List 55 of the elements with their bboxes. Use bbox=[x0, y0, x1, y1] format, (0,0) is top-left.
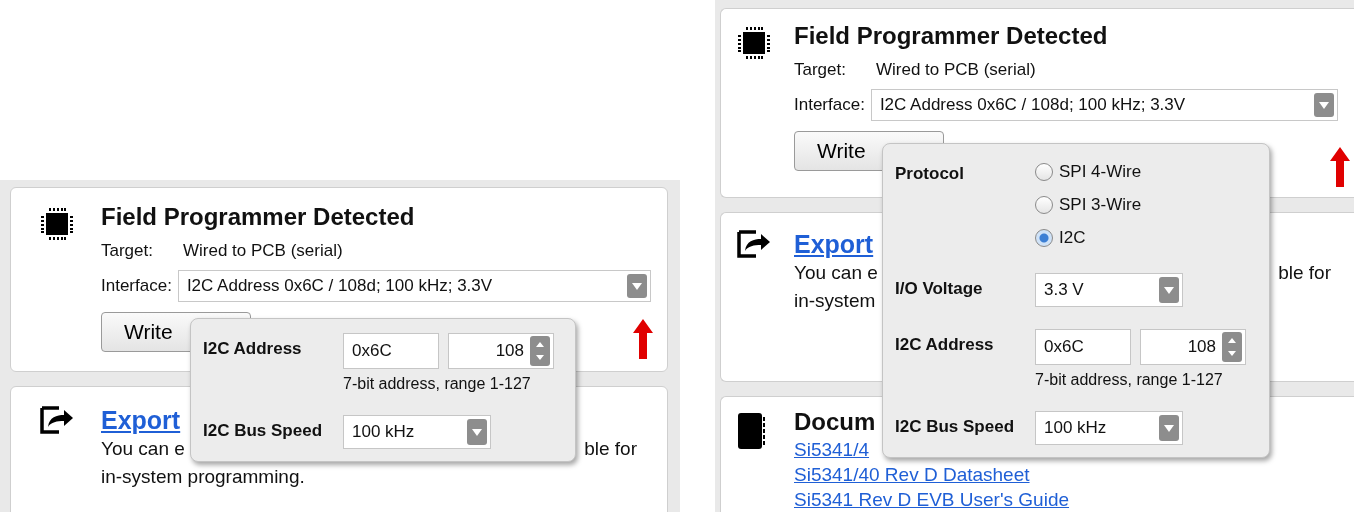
decimal-spin-field[interactable]: 108 bbox=[448, 333, 554, 369]
hex-address-field[interactable]: 0x6C bbox=[1035, 329, 1131, 365]
document-link[interactable]: Si5341/4 bbox=[794, 439, 869, 460]
radio-button[interactable] bbox=[1035, 162, 1053, 181]
export-link[interactable]: Export bbox=[101, 406, 181, 434]
caret-icon bbox=[632, 282, 642, 290]
hex-address-field[interactable]: 0x6C bbox=[343, 333, 439, 369]
field-label: I2C Bus Speed bbox=[203, 420, 324, 441]
interface-dropdown[interactable]: I2C Address 0x6C / 108d; 100 kHz; 3.3V bbox=[870, 89, 1338, 121]
chip-icon bbox=[736, 25, 772, 61]
select-field[interactable]: 100 kHz bbox=[1035, 411, 1183, 445]
target-label: Target: bbox=[101, 240, 153, 262]
card-title: Field Programmer Detected bbox=[101, 202, 415, 232]
select-field[interactable]: 3.3 V bbox=[1035, 273, 1183, 307]
radio-option[interactable]: SPI 3-Wire bbox=[1035, 191, 1257, 218]
target-label: Target: bbox=[794, 59, 846, 81]
description-text: You can e bbox=[101, 437, 185, 461]
description-text: ble for bbox=[584, 437, 637, 461]
document-link[interactable]: Si5341/40 Rev D Datasheet bbox=[794, 464, 1030, 485]
spinner-icon[interactable] bbox=[530, 336, 550, 366]
export-icon bbox=[736, 229, 772, 259]
radio-option[interactable]: I2C bbox=[1035, 224, 1257, 251]
spinner-icon[interactable] bbox=[1222, 332, 1242, 362]
hint-text: 7-bit address, range 1-127 bbox=[343, 375, 532, 393]
description-text: in-system bbox=[794, 290, 876, 311]
target-value: Wired to PCB (serial) bbox=[876, 59, 1036, 81]
caret-icon bbox=[1319, 101, 1329, 109]
description-text: ble for bbox=[1278, 261, 1331, 285]
radio-button[interactable] bbox=[1035, 228, 1053, 247]
interface-label: Interface: bbox=[794, 94, 865, 116]
chip-icon bbox=[39, 206, 75, 242]
export-icon bbox=[39, 405, 75, 435]
interface-dropdown[interactable]: I2C Address 0x6C / 108d; 100 kHz; 3.3V bbox=[177, 270, 651, 302]
select-field[interactable]: 100 kHz bbox=[343, 415, 491, 449]
caret-icon bbox=[1164, 424, 1174, 432]
interface-label: Interface: bbox=[101, 275, 172, 297]
document-link[interactable]: Si5341 Rev D EVB User's Guide bbox=[794, 489, 1070, 510]
hint-text: 7-bit address, range 1-127 bbox=[1035, 371, 1224, 389]
description-text: in-system programming. bbox=[101, 466, 305, 487]
book-icon bbox=[736, 411, 768, 451]
card-title: Field Programmer Detected bbox=[794, 21, 1108, 51]
target-value: Wired to PCB (serial) bbox=[183, 240, 343, 262]
arrow-up-icon bbox=[633, 319, 653, 359]
field-label: I/O Voltage bbox=[895, 278, 984, 299]
export-link[interactable]: Export bbox=[794, 230, 874, 258]
radio-option[interactable]: SPI 4-Wire bbox=[1035, 158, 1257, 185]
caret-icon bbox=[472, 428, 482, 436]
description-text: You can e bbox=[794, 261, 878, 285]
field-label: I2C Address bbox=[895, 334, 995, 355]
decimal-spin-field[interactable]: 108 bbox=[1140, 329, 1246, 365]
field-label: I2C Bus Speed bbox=[895, 416, 1016, 437]
arrow-up-icon bbox=[1330, 147, 1350, 187]
caret-icon bbox=[1164, 286, 1174, 294]
card-title: Docum bbox=[794, 407, 876, 437]
radio-button[interactable] bbox=[1035, 195, 1053, 214]
